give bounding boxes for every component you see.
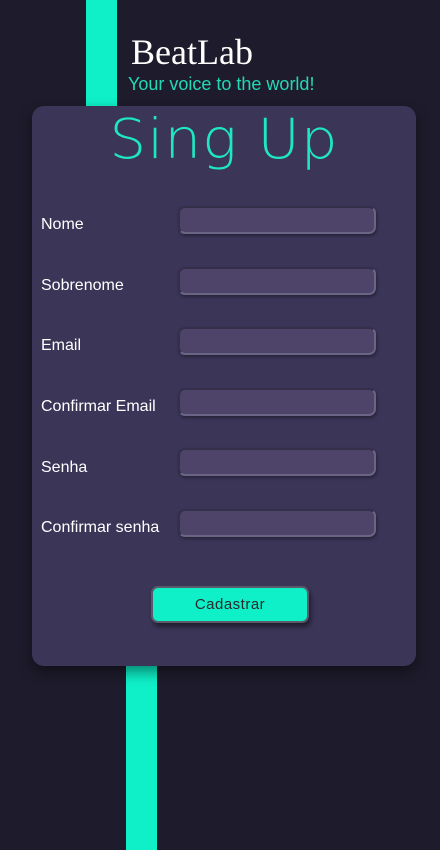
confirm-email-input[interactable] (178, 388, 376, 416)
email-label: Email (41, 337, 82, 354)
senha-input[interactable] (178, 448, 376, 476)
cadastrar-button[interactable]: Cadastrar (151, 586, 309, 623)
sobrenome-input[interactable] (178, 267, 376, 295)
brand-title: BeatLab (131, 32, 253, 72)
brand-tagline: Your voice to the world! (128, 74, 315, 94)
nome-label: Nome (41, 216, 84, 233)
nome-input[interactable] (178, 206, 376, 234)
confirm-senha-input[interactable] (178, 509, 376, 537)
decorative-stripe-top (86, 0, 117, 110)
senha-label: Senha (41, 459, 88, 476)
decorative-stripe-bottom (126, 660, 157, 850)
confirm-senha-label: Confirmar senha (41, 519, 160, 536)
form-title: Sing Up (109, 106, 339, 172)
confirm-email-label: Confirmar Email (41, 398, 156, 415)
email-input[interactable] (178, 327, 376, 355)
sobrenome-label: Sobrenome (41, 277, 124, 294)
signup-card: Sing Up Nome Sobrenome Email Confirmar E… (32, 106, 416, 666)
